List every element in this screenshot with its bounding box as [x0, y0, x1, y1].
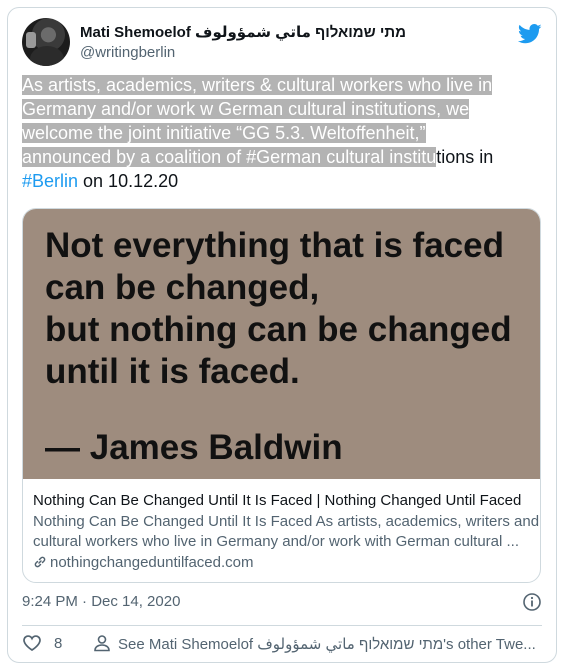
quote-line: until it is faced. — [45, 352, 300, 391]
text-segment: on 10.12.20 — [78, 171, 179, 191]
image-quote: Not everything that is faced can be chan… — [45, 225, 535, 393]
heart-icon[interactable] — [22, 633, 42, 653]
tweet-embed[interactable]: Mati Shemoelof מתי שמואלוף ماتي شمؤولوف … — [7, 7, 557, 663]
tweet-header: Mati Shemoelof מתי שמואלוף ماتي شمؤولوف … — [22, 18, 542, 70]
twitter-bird-icon[interactable] — [518, 24, 542, 44]
user-icon — [94, 635, 110, 652]
info-icon[interactable] — [522, 592, 542, 612]
card-title[interactable]: Nothing Can Be Changed Until It Is Faced… — [33, 491, 533, 511]
card-info[interactable]: Nothing Can Be Changed Until It Is Faced… — [33, 491, 540, 573]
link-preview-card[interactable]: Not everything that is faced can be chan… — [22, 208, 541, 583]
highlighted-text: Germany and/or work w German cultural in… — [22, 99, 470, 119]
see-other-tweets-link[interactable]: See Mati Shemoelof מתי שמואלוף ماتي شمؤو… — [118, 635, 536, 653]
highlighted-text: announced by a coalition of #German cult… — [22, 147, 437, 167]
quote-author: — James Baldwin — [45, 428, 343, 467]
divider — [22, 625, 542, 626]
tweet-footer: 8 See Mati Shemoelof מתי שמואלוף ماتي شم… — [22, 633, 542, 655]
tweet-timestamp[interactable]: 9:24 PM · Dec 14, 2020 — [22, 593, 180, 610]
text-segment: tions in — [436, 147, 494, 167]
highlighted-text: welcome the joint initiative “GG 5.3. We… — [22, 123, 426, 143]
hashtag-link[interactable]: #Berlin — [22, 171, 78, 191]
card-link-text[interactable]: nothingchangeduntilfaced.com — [50, 554, 253, 571]
card-image[interactable]: Not everything that is faced can be chan… — [23, 209, 540, 479]
link-icon — [34, 556, 46, 568]
tweet-text: As artists, academics, writers & cultura… — [22, 73, 537, 193]
card-link[interactable]: nothingchangeduntilfaced.com — [33, 553, 533, 573]
avatar[interactable] — [22, 18, 70, 66]
display-name[interactable]: Mati Shemoelof מתי שמואלוף ماتي شمؤولوف — [80, 23, 406, 41]
tweet-text-line: Germany and/or work w German cultural in… — [22, 97, 537, 121]
user-handle[interactable]: @writingberlin — [80, 44, 175, 61]
highlighted-text: As artists, academics, writers & cultura… — [22, 75, 493, 95]
card-description-line: cultural workers who live in Germany and… — [33, 533, 520, 550]
quote-line: can be changed, — [45, 268, 320, 307]
tweet-text-line: As artists, academics, writers & cultura… — [22, 73, 537, 97]
card-description-line: Nothing Can Be Changed Until It Is Faced… — [33, 513, 540, 530]
card-description: Nothing Can Be Changed Until It Is Faced… — [33, 512, 540, 552]
quote-line: Not everything that is faced — [45, 226, 504, 265]
quote-line: but nothing can be changed — [45, 310, 512, 349]
tweet-text-line: welcome the joint initiative “GG 5.3. We… — [22, 121, 537, 145]
tweet-text-line: announced by a coalition of #German cult… — [22, 145, 537, 169]
tweet-text-line: #Berlin on 10.12.20 — [22, 169, 537, 193]
like-count[interactable]: 8 — [54, 635, 62, 652]
